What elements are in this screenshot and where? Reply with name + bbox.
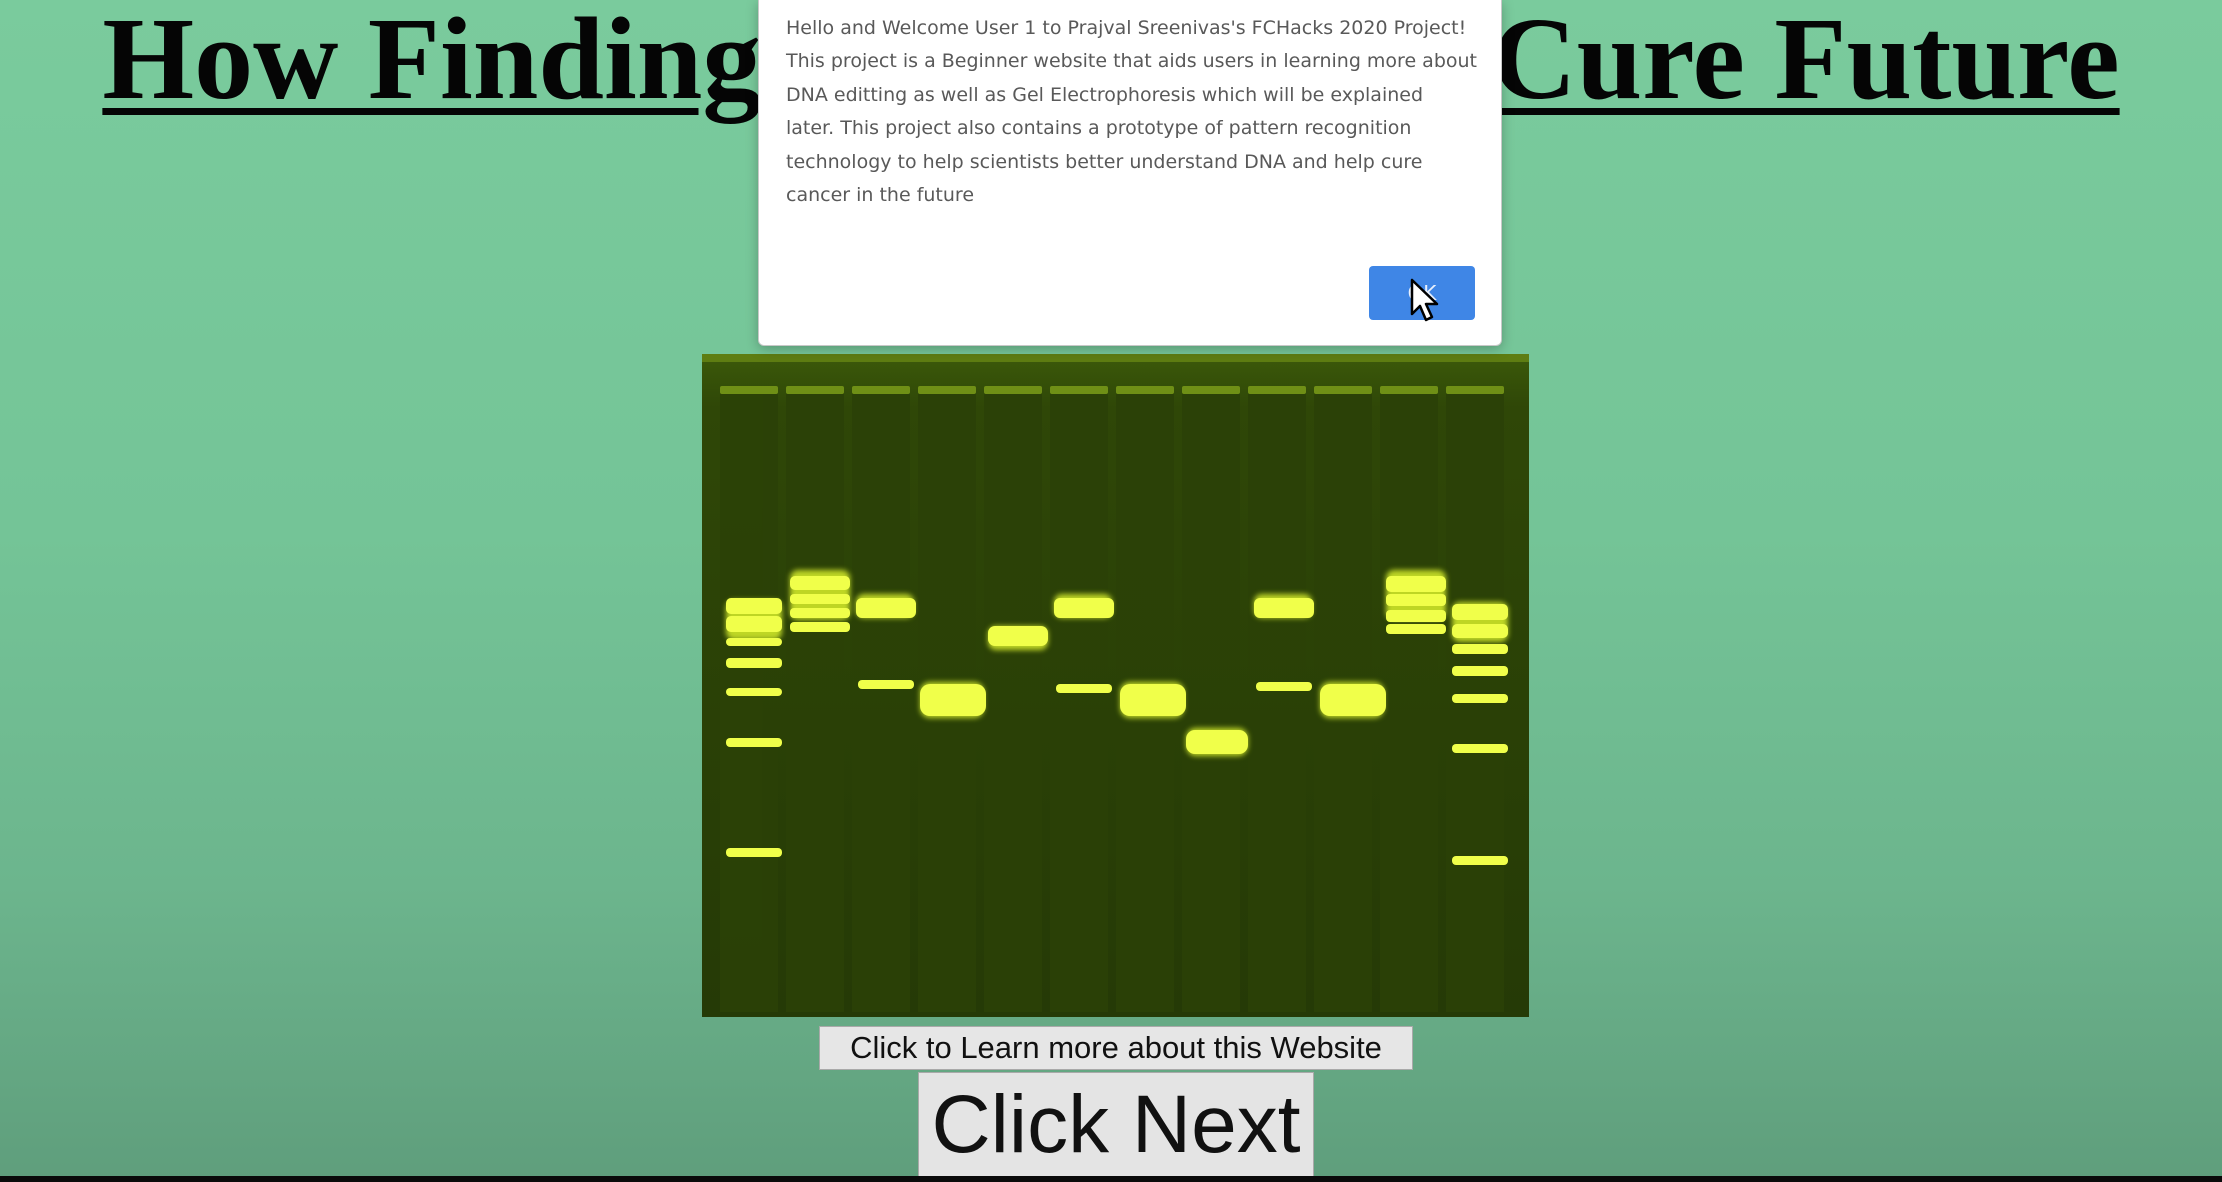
page-title-left: How Finding xyxy=(102,0,762,124)
page-title-right: Cure Future xyxy=(1491,0,2120,124)
alert-dialog: Hello and Welcome User 1 to Prajval Sree… xyxy=(758,0,1502,346)
mouse-pointer-icon xyxy=(1410,278,1439,322)
alert-message: Hello and Welcome User 1 to Prajval Sree… xyxy=(786,17,1477,207)
bottom-edge xyxy=(0,1176,2222,1182)
gel-electrophoresis-image xyxy=(702,354,1529,1017)
next-button[interactable]: Click Next xyxy=(918,1072,1314,1178)
learn-more-button[interactable]: Click to Learn more about this Website xyxy=(819,1026,1413,1070)
